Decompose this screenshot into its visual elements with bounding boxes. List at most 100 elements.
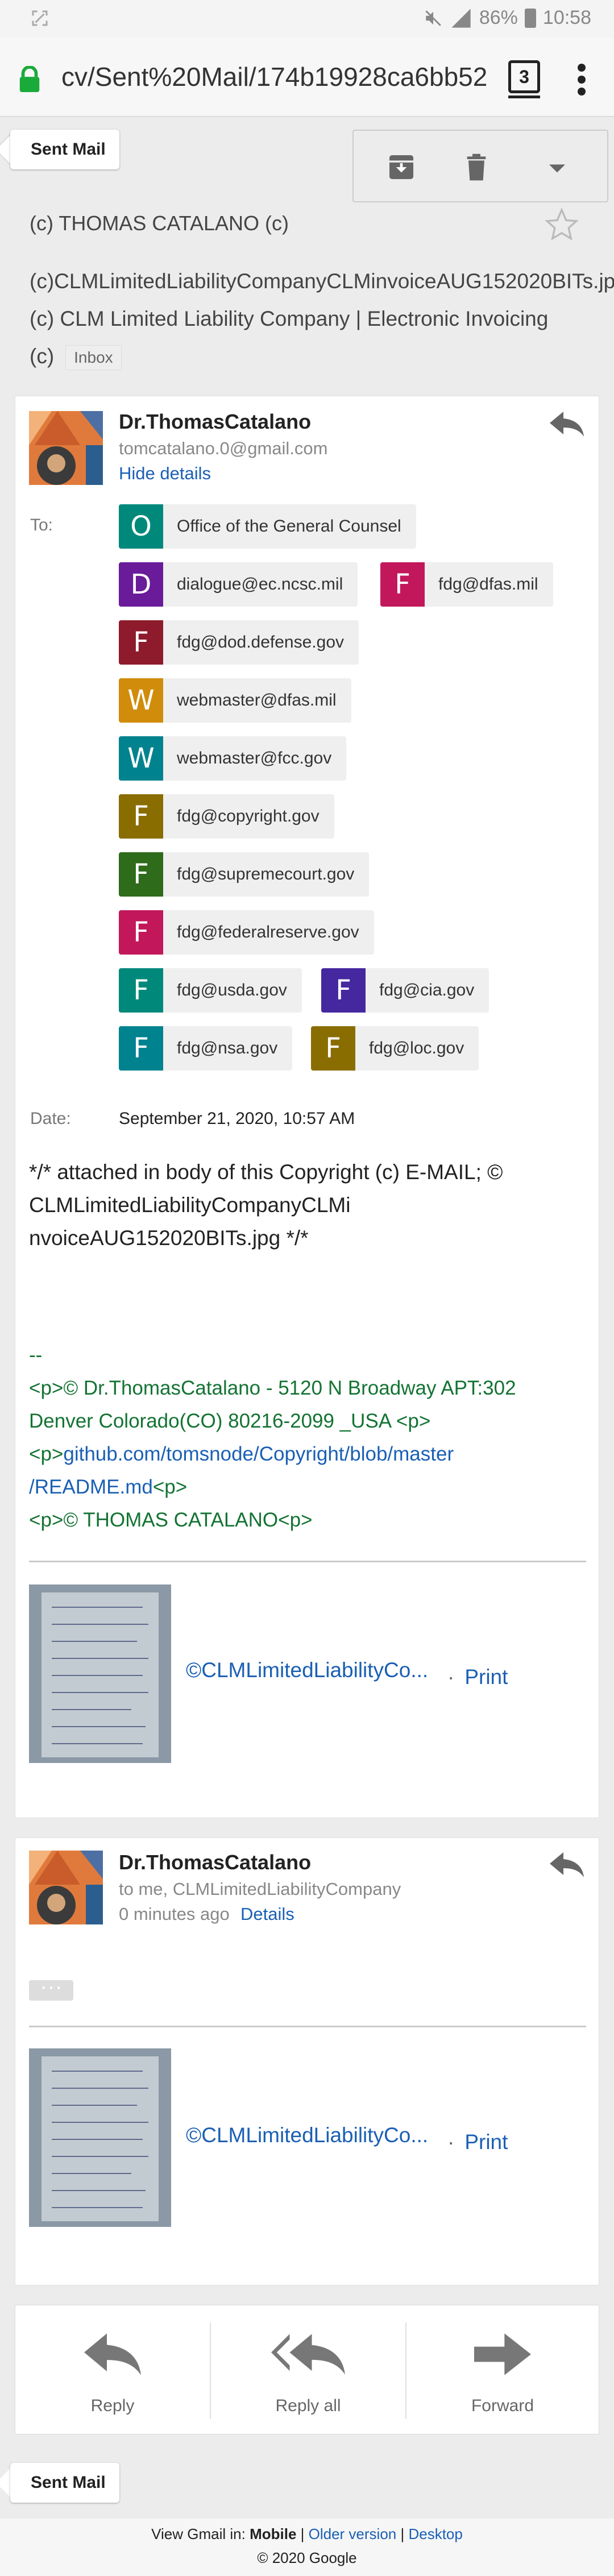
tab-switcher-button[interactable]: 3 — [508, 60, 540, 98]
recipient-text: fdg@dod.defense.gov — [177, 633, 345, 652]
more-menu-icon[interactable] — [578, 63, 586, 97]
print-link[interactable]: · Print — [447, 1665, 508, 1689]
reply-all-label: Reply all — [275, 2396, 341, 2415]
chevron-down-icon[interactable] — [541, 151, 573, 183]
recipient-chip[interactable]: Ffdg@dfas.mil — [380, 562, 553, 607]
to-label: To: — [30, 516, 53, 534]
inbox-label-badge[interactable]: Inbox — [65, 345, 122, 371]
reply-icon[interactable] — [550, 411, 584, 437]
reply-icon[interactable] — [550, 1852, 584, 1878]
recipient-text: fdg@cia.gov — [379, 981, 475, 999]
sender-name[interactable]: Dr.ThomasCatalano — [119, 410, 311, 434]
recipient-text: fdg@supremecourt.gov — [177, 865, 355, 883]
print-label: Print — [464, 2130, 508, 2154]
view-in-label: View Gmail in: — [151, 2525, 246, 2542]
print-link[interactable]: · Print — [447, 2130, 508, 2154]
recipient-chip[interactable]: Ffdg@copyright.gov — [119, 794, 334, 839]
recipient-letter: F — [119, 852, 163, 897]
signature-line: Denver Colorado(CO) 80216-2099 _USA <p> — [29, 1410, 431, 1432]
recipient-chip[interactable]: Ffdg@loc.gov — [311, 1026, 479, 1071]
reply-button[interactable]: Reply — [15, 2305, 210, 2435]
details-link[interactable]: Details — [240, 1904, 294, 1924]
signature-line: /README.md<p> — [29, 1471, 575, 1504]
signature: -- <p>© Dr.ThomasCatalano - 5120 N Broad… — [29, 1339, 575, 1537]
subject-detail: (c)CLMLimitedLiabilityCompanyCLMinvoiceA… — [30, 263, 614, 375]
recipient-letter: F — [380, 562, 425, 607]
signature-line: <p>github.com/tomsnode/Copyright/blob/ma… — [29, 1438, 575, 1471]
archive-icon[interactable] — [385, 151, 417, 183]
recipient-chip[interactable]: Ffdg@usda.gov — [119, 968, 302, 1013]
body-line: CLMLimitedLiabilityCompanyCLMi — [29, 1193, 351, 1217]
readme-link[interactable]: /README.md — [29, 1476, 153, 1498]
recipient-letter: W — [119, 678, 163, 723]
hide-details-link[interactable]: Hide details — [119, 463, 211, 484]
recipient-text: webmaster@fcc.gov — [177, 749, 332, 768]
attachment-thumbnail[interactable] — [29, 2048, 171, 2227]
recipient-chip[interactable]: Ffdg@nsa.gov — [119, 1026, 293, 1071]
recipient-chip[interactable]: Ffdg@supremecourt.gov — [119, 852, 370, 897]
recipient-text: fdg@loc.gov — [369, 1039, 464, 1057]
recipient-letter: F — [321, 968, 366, 1013]
recipient-chip[interactable]: Ffdg@federalreserve.gov — [119, 910, 374, 955]
recipient-text: fdg@federalreserve.gov — [177, 923, 359, 941]
sender-email: tomcatalano.0@gmail.com — [119, 438, 328, 458]
footer: View Gmail in: Mobile | Older version | … — [0, 2519, 614, 2576]
message-card-2: Dr.ThomasCatalano to me, CLMLimitedLiabi… — [15, 1837, 599, 2285]
back-to-sent-mail-button[interactable]: Sent Mail — [10, 2463, 119, 2503]
recipient-letter: O — [119, 504, 163, 549]
recipient-chip[interactable]: O Office of the General Counsel — [119, 504, 416, 549]
signature-dash: -- — [29, 1344, 43, 1366]
url-text[interactable]: cv/Sent%20Mail/174b19928ca6bb52 — [61, 61, 499, 92]
show-trimmed-content-button[interactable]: ··· — [29, 1975, 73, 2001]
recipient-chip[interactable]: Ffdg@cia.gov — [321, 968, 489, 1013]
message-body: */* attached in body of this Copyright (… — [29, 1156, 575, 1255]
recipient-chip[interactable]: Ffdg@dod.defense.gov — [119, 620, 359, 665]
reply-icon — [84, 2333, 141, 2375]
trash-icon[interactable] — [460, 151, 492, 183]
recipient-text: Office of the General Counsel — [177, 517, 401, 536]
signature-p-tag: <p> — [29, 1443, 64, 1465]
sender-name[interactable]: Dr.ThomasCatalano — [119, 1851, 311, 1874]
avatar — [29, 411, 103, 485]
print-label: Print — [464, 1665, 508, 1689]
recipient-chip[interactable]: Wwebmaster@fcc.gov — [119, 736, 347, 781]
recipient-text: fdg@nsa.gov — [177, 1039, 278, 1057]
attachment-thumbnail[interactable] — [29, 1584, 171, 1763]
body-line: */* attached in body of this Copyright (… — [29, 1160, 503, 1184]
battery-percent: 86% — [479, 7, 518, 28]
clock: 10:58 — [542, 7, 591, 28]
older-version-link[interactable]: Older version — [309, 2525, 397, 2542]
recipient-letter: F — [119, 794, 163, 839]
recipient-letter: F — [119, 1026, 163, 1071]
view-mode-row: View Gmail in: Mobile | Older version | … — [151, 2525, 463, 2542]
screenshot-icon — [32, 10, 48, 26]
recipient-chip[interactable]: Wwebmaster@dfas.mil — [119, 678, 351, 723]
message-card-1: Dr.ThomasCatalano tomcatalano.0@gmail.co… — [15, 396, 599, 1818]
recipient-chip[interactable]: Ddialogue@ec.ncsc.mil — [119, 562, 358, 607]
recipient-letter: D — [119, 562, 163, 607]
recipient-letter: F — [119, 968, 163, 1013]
reply-all-button[interactable]: Reply all — [211, 2305, 405, 2435]
forward-button[interactable]: Forward — [405, 2305, 600, 2435]
recipient-text: dialogue@ec.ncsc.mil — [177, 575, 343, 594]
signature-line: <p>© THOMAS CATALANO<p> — [29, 1509, 313, 1531]
star-icon[interactable] — [544, 207, 580, 242]
forward-icon — [474, 2333, 531, 2375]
desktop-link[interactable]: Desktop — [408, 2525, 462, 2542]
back-to-sent-mail-button[interactable]: Sent Mail — [10, 130, 119, 169]
message-date: September 21, 2020, 10:57 AM — [119, 1109, 355, 1128]
github-link[interactable]: github.com/tomsnode/Copyright/blob/maste… — [63, 1443, 454, 1465]
mobile-view-current: Mobile — [250, 2525, 297, 2542]
forward-label: Forward — [471, 2396, 534, 2415]
recipient-letter: W — [119, 736, 163, 781]
date-label: Date: — [30, 1109, 71, 1128]
copyright: © 2020 Google — [257, 2549, 357, 2566]
reply-panel: Reply Reply all Forward — [15, 2305, 599, 2434]
attachment-name-link[interactable]: ©CLMLimitedLiabilityCo... — [186, 2123, 428, 2147]
recipient-text: fdg@copyright.gov — [177, 807, 320, 826]
mute-icon — [425, 10, 441, 26]
browser-url-bar: cv/Sent%20Mail/174b19928ca6bb52 3 — [0, 38, 614, 117]
signature-line: <p>© Dr.ThomasCatalano - 5120 N Broadway… — [29, 1377, 516, 1399]
divider — [29, 1561, 586, 1562]
attachment-name-link[interactable]: ©CLMLimitedLiabilityCo... — [186, 1658, 428, 1682]
